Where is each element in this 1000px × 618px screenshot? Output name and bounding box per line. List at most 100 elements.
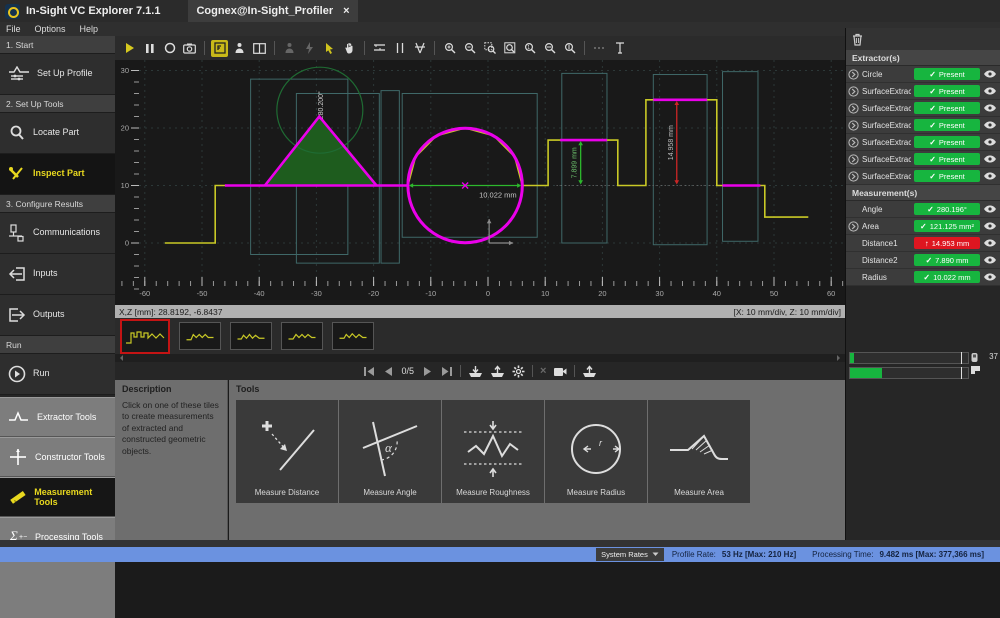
record-settings-button[interactable] bbox=[512, 365, 525, 378]
visibility-eye-icon[interactable] bbox=[983, 222, 997, 230]
document-tab[interactable]: Cognex@In-Sight_Profiler × bbox=[188, 0, 357, 22]
run-continuous-button[interactable] bbox=[121, 40, 138, 57]
filmstrip-thumbnail[interactable] bbox=[120, 319, 170, 354]
measurement-row[interactable]: Distance1↑14.953 mm bbox=[846, 235, 1000, 252]
sidebar-item-extractor-tools[interactable]: Extractor Tools bbox=[0, 397, 115, 437]
expand-chevron-icon[interactable] bbox=[848, 86, 859, 97]
tile-measure-angle[interactable]: α Measure Angle bbox=[339, 400, 442, 503]
tile-measure-distance[interactable]: Measure Distance bbox=[236, 400, 339, 503]
ruler-vertical-button[interactable] bbox=[391, 40, 408, 57]
scroll-left-icon[interactable] bbox=[117, 355, 123, 361]
sidebar-item-measurement-tools[interactable]: Measurement Tools bbox=[0, 477, 115, 517]
split-view-button[interactable] bbox=[251, 40, 268, 57]
next-record-button[interactable] bbox=[423, 366, 433, 377]
zoom-out-button[interactable] bbox=[461, 40, 478, 57]
visibility-eye-icon[interactable] bbox=[983, 256, 997, 264]
zoom-in-button[interactable] bbox=[441, 40, 458, 57]
tile-measure-roughness[interactable]: Measure Roughness bbox=[442, 400, 545, 503]
extractor-name: SurfaceExtractor1_... bbox=[862, 155, 911, 164]
visibility-eye-icon[interactable] bbox=[983, 239, 997, 247]
zoom-height-button[interactable] bbox=[561, 40, 578, 57]
load-from-pc-button[interactable] bbox=[490, 365, 505, 378]
measurement-row[interactable]: Angle✓280.196° bbox=[846, 201, 1000, 218]
extractor-row[interactable]: SurfaceExtractor_...✓Present bbox=[846, 117, 1000, 134]
extractor-row[interactable]: Circle✓Present bbox=[846, 66, 1000, 83]
previous-record-button[interactable] bbox=[383, 366, 393, 377]
export-record-button[interactable] bbox=[582, 365, 597, 378]
extractor-row[interactable]: SurfaceExtractor1✓Present bbox=[846, 134, 1000, 151]
expand-chevron-icon[interactable] bbox=[848, 137, 859, 148]
system-rates-dropdown[interactable]: System Rates bbox=[596, 548, 664, 561]
svg-text:r: r bbox=[599, 438, 603, 448]
record-movie-button[interactable] bbox=[553, 366, 567, 377]
measurement-row[interactable]: Distance2✓7.890 mm bbox=[846, 252, 1000, 269]
delete-extractor-button[interactable] bbox=[852, 33, 863, 46]
expand-chevron-icon[interactable] bbox=[848, 103, 859, 114]
pointer-button[interactable] bbox=[321, 40, 338, 57]
visibility-eye-icon[interactable] bbox=[983, 104, 997, 112]
filmstrip-thumbnail[interactable] bbox=[281, 322, 323, 350]
scroll-right-icon[interactable] bbox=[837, 355, 843, 361]
expand-chevron-icon[interactable] bbox=[848, 221, 859, 232]
zoom-fit-button[interactable] bbox=[501, 40, 518, 57]
sidebar-item-constructor-tools[interactable]: Constructor Tools bbox=[0, 437, 115, 477]
extractor-row[interactable]: SurfaceExtractor2✓Present bbox=[846, 168, 1000, 185]
ruler-cross-button[interactable] bbox=[411, 40, 428, 57]
ruler-horizontal-button[interactable] bbox=[371, 40, 388, 57]
visibility-eye-icon[interactable] bbox=[983, 155, 997, 163]
outputs-icon bbox=[8, 307, 26, 323]
measurement-row[interactable]: Radius✓10.022 mm bbox=[846, 269, 1000, 286]
visibility-eye-icon[interactable] bbox=[983, 273, 997, 281]
measurement-row[interactable]: Area✓121.125 mm² bbox=[846, 218, 1000, 235]
expand-chevron-icon[interactable] bbox=[848, 69, 859, 80]
visibility-eye-icon[interactable] bbox=[983, 205, 997, 213]
expand-chevron-icon[interactable] bbox=[848, 171, 859, 182]
visibility-eye-icon[interactable] bbox=[983, 87, 997, 95]
extractor-row[interactable]: SurfaceExtractor✓Present bbox=[846, 83, 1000, 100]
first-record-button[interactable] bbox=[363, 366, 376, 377]
menu-options[interactable]: Options bbox=[35, 24, 66, 34]
sidebar-item-outputs[interactable]: Outputs bbox=[0, 295, 115, 336]
expand-chevron-icon[interactable] bbox=[848, 154, 859, 165]
chart-status-strip: X,Z [mm]: 28.8192, -6.8437 [X: 10 mm/div… bbox=[115, 305, 845, 318]
sidebar-item-set-up-profile[interactable]: Set Up Profile bbox=[0, 54, 115, 95]
pan-hand-button[interactable] bbox=[341, 40, 358, 57]
zoom-region-button[interactable] bbox=[481, 40, 498, 57]
pause-button[interactable] bbox=[141, 40, 158, 57]
extractor-row[interactable]: SurfaceExtractor_...✓Present bbox=[846, 100, 1000, 117]
zoom-one-to-one-button[interactable]: 1 bbox=[521, 40, 538, 57]
operator-view-button[interactable] bbox=[281, 40, 298, 57]
visibility-eye-icon[interactable] bbox=[983, 138, 997, 146]
tile-measure-area[interactable]: Measure Area bbox=[648, 400, 751, 503]
text-cursor-button[interactable] bbox=[611, 40, 628, 57]
profile-chart[interactable]: 280.200°10.022 mm7.899 mm14.958 mm-60-50… bbox=[115, 60, 845, 305]
extractor-row[interactable]: SurfaceExtractor1_...✓Present bbox=[846, 151, 1000, 168]
sidebar-item-run[interactable]: Run bbox=[0, 354, 115, 395]
live-display-button[interactable] bbox=[211, 40, 228, 57]
filmstrip-thumbnail[interactable] bbox=[179, 322, 221, 350]
expand-chevron-icon[interactable] bbox=[848, 120, 859, 131]
sidebar-item-inputs[interactable]: Inputs bbox=[0, 254, 115, 295]
show-graphics-button[interactable] bbox=[231, 40, 248, 57]
filmstrip-scrollbar[interactable] bbox=[115, 354, 845, 362]
snapshot-button[interactable] bbox=[181, 40, 198, 57]
visibility-eye-icon[interactable] bbox=[983, 172, 997, 180]
tab-close-icon[interactable]: × bbox=[343, 5, 349, 17]
record-to-pc-button[interactable] bbox=[468, 365, 483, 378]
last-record-button[interactable] bbox=[440, 366, 453, 377]
menu-help[interactable]: Help bbox=[80, 24, 99, 34]
zoom-width-button[interactable] bbox=[541, 40, 558, 57]
sidebar-item-inspect-part[interactable]: Inspect Part bbox=[0, 154, 115, 195]
menu-file[interactable]: File bbox=[6, 24, 21, 34]
sidebar-item-communications[interactable]: Communications bbox=[0, 213, 115, 254]
dashed-line-button[interactable] bbox=[591, 40, 608, 57]
visibility-eye-icon[interactable] bbox=[983, 70, 997, 78]
tile-measure-radius[interactable]: r Measure Radius bbox=[545, 400, 648, 503]
record-button[interactable] bbox=[161, 40, 178, 57]
visibility-eye-icon[interactable] bbox=[983, 121, 997, 129]
delete-record-button[interactable]: × bbox=[540, 365, 546, 377]
filmstrip-thumbnail[interactable] bbox=[230, 322, 272, 350]
filmstrip-thumbnail[interactable] bbox=[332, 322, 374, 350]
sidebar-item-locate-part[interactable]: Locate Part bbox=[0, 113, 115, 154]
trigger-button[interactable] bbox=[301, 40, 318, 57]
